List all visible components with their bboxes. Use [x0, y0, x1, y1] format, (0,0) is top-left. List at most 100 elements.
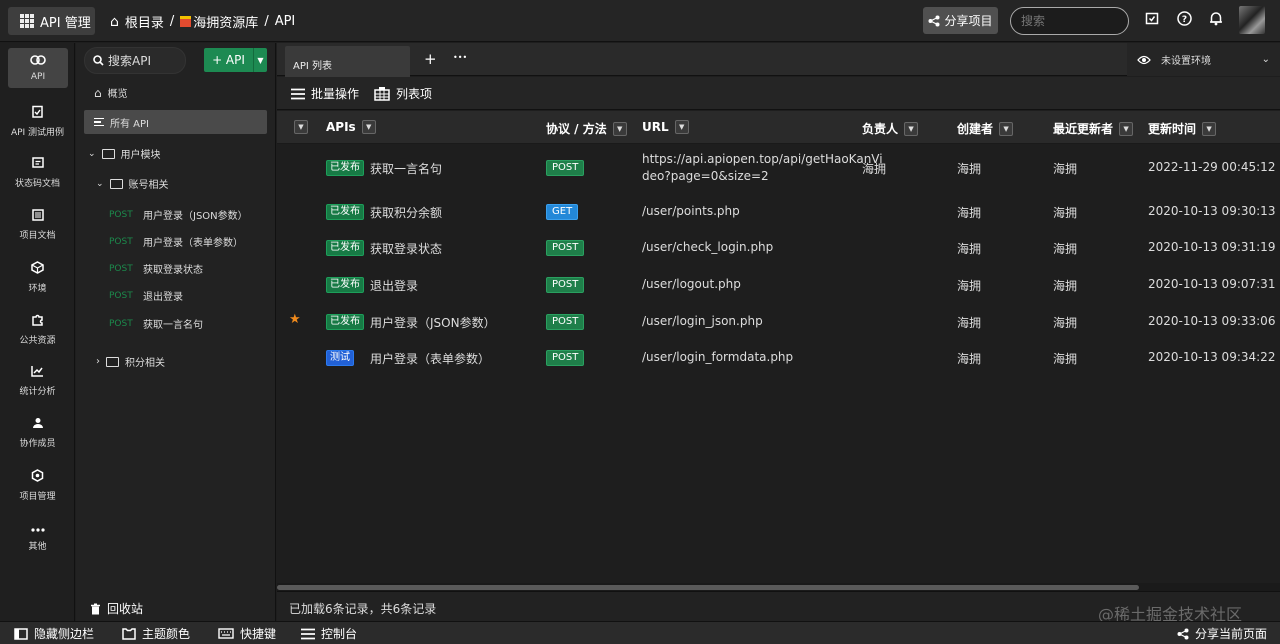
tab-label: API 列表 [293, 61, 332, 72]
tab-bar: API 列表 + ••• 未设置环境 ⌄ [277, 43, 1280, 77]
tree-folder-points[interactable]: › 积分相关 [96, 354, 165, 369]
environment-label: 未设置环境 [1161, 56, 1211, 67]
rail-item-shared-resources[interactable]: 公共资源 [0, 306, 75, 352]
breadcrumb-root[interactable]: 根目录 [125, 12, 164, 31]
tab-more-button[interactable]: ••• [453, 53, 467, 62]
caret-down-icon[interactable]: ▼ [361, 120, 376, 134]
add-tab-button[interactable]: + [424, 50, 437, 68]
creator: 海拥 [957, 242, 982, 256]
tree-api-item[interactable]: POST 用户登录（表单参数） [109, 234, 243, 250]
rail-item-label: 状态码文档 [14, 179, 60, 189]
theme-color-button[interactable]: 主题颜色 [122, 625, 190, 642]
column-header-url[interactable]: URL ▼ [642, 120, 689, 134]
tree-item-overview[interactable]: ⌂ 概览 [94, 85, 128, 101]
breadcrumb-api[interactable]: API [275, 14, 296, 29]
shortcuts-button[interactable]: 快捷键 [218, 625, 276, 642]
tree-folder-user[interactable]: ⌄ 用户模块 [88, 146, 161, 161]
caret-down-icon[interactable]: ▼ [612, 121, 627, 136]
column-header-method[interactable]: 协议 / 方法 ▼ [546, 120, 627, 137]
caret-down-icon[interactable]: ▼ [1202, 121, 1217, 136]
star-icon[interactable]: ★ [289, 312, 301, 327]
table-header: ▼ APIs ▼ 协议 / 方法 ▼ URL ▼ 负责人 ▼ 创建者 ▼ 最近更新者 ▼ 更… [277, 111, 1280, 144]
rail-item-project-management[interactable]: 项目管理 [0, 462, 75, 508]
column-header-apis[interactable]: APIs ▼ [326, 120, 376, 134]
environment-selector[interactable]: 未设置环境 ⌄ [1127, 43, 1280, 76]
tree-api-item[interactable]: POST 获取一言名句 [109, 316, 203, 332]
api-name[interactable]: 用户登录（表单参数） [370, 350, 490, 367]
eye-icon [1137, 55, 1151, 64]
console-button[interactable]: 控制台 [301, 625, 357, 642]
rail-item-statistics[interactable]: 统计分析 [0, 358, 75, 404]
add-api-button[interactable]: + API ▼ [204, 48, 267, 72]
batch-operation-button[interactable]: 批量操作 [291, 85, 359, 102]
tree-api-item[interactable]: POST 获取登录状态 [109, 261, 203, 277]
method-badge: POST [546, 240, 585, 256]
tree-api-item[interactable]: POST 退出登录 [109, 288, 183, 304]
api-name[interactable]: 获取登录状态 [370, 240, 442, 257]
horizontal-scrollbar[interactable] [277, 583, 1280, 591]
caret-down-icon[interactable]: ▼ [904, 121, 919, 136]
column-header-updater[interactable]: 最近更新者 ▼ [1053, 120, 1134, 137]
global-search-input[interactable] [1010, 7, 1129, 35]
table-row[interactable]: 已发布 获取一言名句 POST https://api.apiopen.top/… [277, 145, 1280, 191]
rail-item-members[interactable]: 协作成员 [0, 410, 75, 456]
table-row[interactable]: 已发布 获取积分余额 GET /user/points.php 海拥 海拥 20… [277, 191, 1280, 227]
calendar-check-icon[interactable] [1143, 11, 1161, 29]
caret-down-icon[interactable]: ▼ [999, 121, 1014, 136]
rail-item-project-docs[interactable]: 项目文档 [0, 202, 75, 248]
rail-item-api[interactable]: API [8, 48, 68, 88]
test-case-icon [32, 105, 43, 122]
keyboard-icon [218, 628, 234, 639]
chevron-right-icon: › [96, 356, 100, 367]
rail-item-label: 项目管理 [19, 491, 56, 502]
tree-search-input[interactable]: 搜索API [84, 47, 186, 74]
rail-item-label: 统计分析 [19, 387, 56, 397]
bottom-bar: 隐藏侧边栏 主题颜色 快捷键 控制台 分享当前页面 [0, 621, 1280, 644]
breadcrumb-project[interactable]: 海拥资源库 [193, 12, 258, 31]
column-settings-button[interactable]: 列表项 [374, 85, 432, 102]
rail-item-status-codes[interactable]: 状态码文档 [0, 150, 75, 196]
rail-item-environment[interactable]: 环境 [0, 254, 75, 300]
column-header-updated-time[interactable]: 更新时间 ▼ [1148, 120, 1217, 137]
table-row[interactable]: ★ 已发布 用户登录（JSON参数） POST /user/login_json… [277, 301, 1280, 337]
share-page-label: 分享当前页面 [1195, 627, 1268, 641]
tree-folder-account[interactable]: ⌄ 账号相关 [96, 176, 169, 191]
avatar[interactable] [1239, 6, 1265, 34]
column-header-owner[interactable]: 负责人 ▼ [862, 120, 919, 137]
select-all-dropdown[interactable]: ▼ [294, 120, 308, 134]
table-row[interactable]: 测试 用户登录（表单参数） POST /user/login_formdata.… [277, 337, 1280, 374]
updated-time: 2022-11-29 00:45:12 [1148, 160, 1276, 174]
api-name[interactable]: 获取积分余额 [370, 204, 442, 221]
share-page-button[interactable]: 分享当前页面 [1177, 625, 1267, 642]
tree-item-all-api[interactable]: 所有 API [84, 110, 267, 134]
table-row[interactable]: 已发布 获取登录状态 POST /user/check_login.php 海拥… [277, 227, 1280, 264]
svg-text:?: ? [1181, 15, 1186, 25]
status-badge: 已发布 [326, 314, 364, 330]
rail-item-more[interactable]: 其他 [0, 514, 75, 560]
tree-api-item[interactable]: POST 用户登录（JSON参数） [109, 207, 248, 223]
table-row[interactable]: 已发布 退出登录 POST /user/logout.php 海拥 海拥 202… [277, 264, 1280, 301]
creator: 海拥 [957, 279, 982, 293]
bell-icon[interactable] [1207, 11, 1225, 29]
api-name[interactable]: 获取一言名句 [370, 160, 442, 177]
rail-item-test-cases[interactable]: API 测试用例 [0, 98, 75, 144]
caret-down-icon[interactable]: ▼ [253, 48, 267, 72]
api-name[interactable]: 用户登录（JSON参数） [370, 314, 496, 331]
share-icon [928, 15, 940, 26]
share-project-button[interactable]: 分享项目 [923, 7, 998, 34]
chevron-down-icon: ⌄ [96, 178, 104, 189]
app-menu-button[interactable]: API 管理 [8, 7, 95, 35]
caret-down-icon[interactable]: ▼ [674, 120, 689, 134]
status-badge: 已发布 [326, 277, 364, 293]
list-lines-icon [94, 118, 104, 126]
search-icon [93, 55, 104, 66]
caret-down-icon[interactable]: ▼ [1119, 121, 1134, 136]
api-name[interactable]: 退出登录 [370, 277, 418, 294]
tab-api-list[interactable]: API 列表 [285, 46, 410, 77]
api-tree-panel: 搜索API + API ▼ ⌂ 概览 所有 API ⌄ 用户模块 ⌄ 账号相关 … [76, 43, 276, 621]
scrollbar-thumb[interactable] [277, 585, 1139, 590]
hide-sidebar-button[interactable]: 隐藏侧边栏 [14, 625, 94, 642]
column-header-creator[interactable]: 创建者 ▼ [957, 120, 1014, 137]
help-icon[interactable]: ? [1175, 11, 1193, 29]
recycle-bin[interactable]: 回收站 [90, 600, 143, 617]
